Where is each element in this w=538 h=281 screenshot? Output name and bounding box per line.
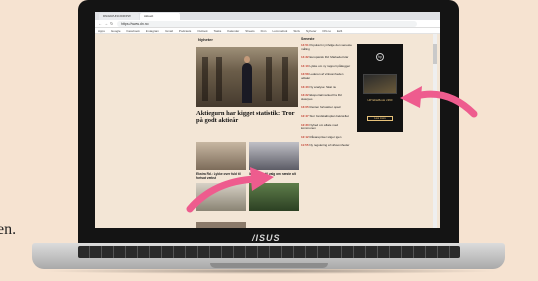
bookmark-item[interactable]: DN.no (323, 29, 332, 33)
news-time: 12:12 (301, 134, 309, 139)
image-person (242, 56, 252, 103)
news-title: Råvarepriser stiger igen (309, 134, 342, 139)
ad-laptop-image (363, 74, 397, 94)
bookmark-item[interactable]: Nyheter (306, 29, 317, 33)
bookmark-item[interactable]: Google (111, 29, 121, 33)
news-title: Ny analyse: Skat nu (309, 84, 337, 89)
news-title: Lykke om ny rapport pålægger (309, 63, 351, 68)
news-time: 14:32 (301, 55, 309, 60)
latest-news-item[interactable]: 13:22 Eksportørmarked fra Rd skærpes (301, 93, 353, 101)
page-scrollbar[interactable] (433, 34, 437, 228)
bookmark-item[interactable]: Finn (261, 29, 267, 33)
back-icon[interactable]: ← (98, 21, 102, 26)
hp-logo-icon: hp (376, 53, 384, 61)
pointer-arrow-ad (400, 86, 478, 118)
news-time: 11:55 (301, 143, 309, 148)
image-shelf (216, 57, 222, 101)
ad-text: HP EliteBook x360 (367, 98, 393, 102)
browser-tab-bar: DN/HR/UNC/DR/PW Netcom Aktuelt (95, 12, 440, 25)
news-time: 13:40 (301, 84, 309, 89)
news-title: Ny regulering af virksomheder (309, 143, 350, 148)
bookmark-item[interactable]: Sheets (245, 29, 254, 33)
latest-news-column: Seneste 14:51 Populært nyt ifølge den se… (301, 37, 353, 153)
forward-icon[interactable]: → (104, 21, 108, 26)
site-logo[interactable]: Nyheter (198, 37, 213, 42)
bookmark-item[interactable]: Kalender (227, 29, 239, 33)
news-title: Populært nyt ifølge den seneste måling (301, 43, 352, 51)
bookmark-item[interactable]: Gmail (165, 29, 173, 33)
url-input[interactable]: https://www.dn.no (117, 21, 417, 27)
article-thumbnail[interactable] (196, 222, 246, 228)
reload-icon[interactable]: ↻ (110, 21, 113, 26)
pointer-arrow-thumbnail (186, 167, 274, 213)
bookmark-item[interactable]: Facebook (127, 29, 140, 33)
latest-news-item[interactable]: 12:47 Stor fondskøbsplan bekræftet (301, 113, 353, 119)
advertisement[interactable]: hp HP EliteBook x360 Læs mere (357, 44, 403, 132)
news-time: 12:47 (301, 113, 309, 118)
image-shelf (282, 57, 288, 101)
news-title: Europæisk Rd: Markedet klar (309, 55, 349, 60)
latest-news-heading: Seneste (301, 37, 315, 41)
news-title: Renten fortsætter opad (309, 105, 341, 110)
latest-news-item[interactable]: 13:58 Lederen af virksomheden udtaler (301, 73, 353, 80)
scrollbar-thumb[interactable] (433, 44, 437, 64)
laptop-base-lip (210, 263, 328, 268)
bookmark-item[interactable]: Apps (98, 29, 105, 33)
latest-news-item[interactable]: 11:55 Ny regulering af virksomheder (301, 144, 353, 148)
bookmark-item[interactable]: Outlook (197, 29, 207, 33)
address-bar: ← → ↻ https://www.dn.no (95, 20, 440, 28)
browser-tab-active[interactable]: Aktuelt (140, 13, 180, 20)
latest-news-item[interactable]: 13:40 Ny analyse: Skat nu (301, 84, 353, 90)
latest-news-item[interactable]: 13:05 Renten fortsætter opad (301, 106, 353, 110)
latest-news-item[interactable]: 12:12 Råvarepriser stiger igen (301, 134, 353, 140)
latest-news-item[interactable]: 14:32 Europæisk Rd: Markedet klar (301, 55, 353, 60)
bookmark-item[interactable]: Lommebok (272, 29, 287, 33)
image-shelf (202, 57, 208, 101)
main-article-image[interactable] (196, 47, 298, 107)
image-shelf (266, 57, 272, 101)
laptop-keyboard (78, 246, 460, 258)
bookmark-item[interactable]: E24 (337, 29, 342, 33)
latest-news-item[interactable]: 14:51 Populært nyt ifølge den seneste må… (301, 43, 353, 51)
news-time: 13:05 (301, 105, 309, 110)
bookmark-item[interactable]: Tasks (214, 29, 222, 33)
bookmark-item[interactable]: Podcasts (179, 29, 191, 33)
news-time: 14:10 (301, 63, 309, 68)
scene: en. DN/HR/UNC/DR/PW Netcom Aktuelt ← → ↻… (0, 0, 538, 281)
news-title: Stor fondskøbsplan bekræftet (309, 113, 349, 118)
bookmark-item[interactable]: Skriv (293, 29, 300, 33)
main-headline[interactable]: Aktiegurn har kigget statistik: Tror på … (196, 110, 301, 124)
latest-news-item[interactable]: 12:30 Nyhed om aftale med kommunen (301, 123, 353, 131)
latest-news-item[interactable]: 14:10 Lykke om ny rapport pålægger (301, 63, 353, 69)
laptop-brand-logo: /ISUS (252, 233, 281, 243)
background-text: en. (0, 221, 17, 238)
browser-tab[interactable]: DN/HR/UNC/DR/PW Netcom (99, 13, 139, 25)
ad-button[interactable]: Læs mere (367, 116, 393, 121)
bookmark-item[interactable]: Instagram (146, 29, 159, 33)
